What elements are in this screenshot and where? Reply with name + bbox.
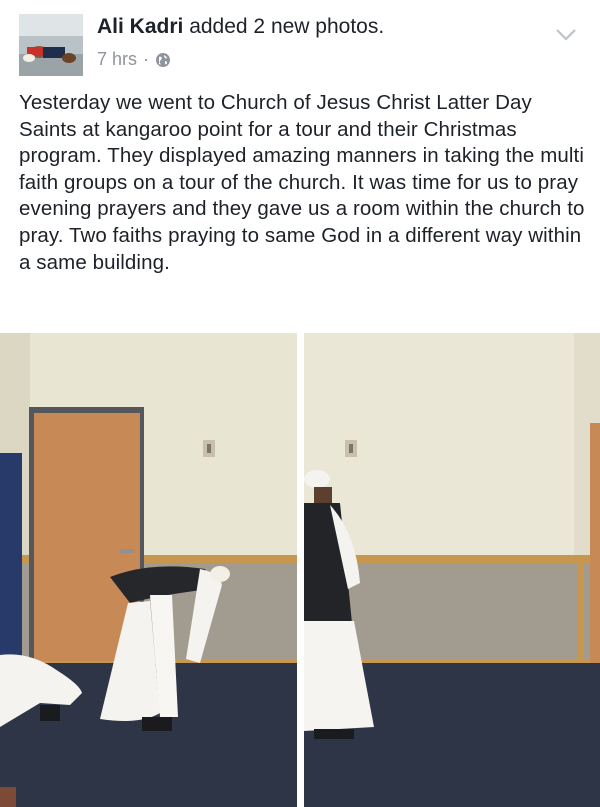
author-name[interactable]: Ali Kadri bbox=[97, 15, 183, 38]
author-avatar[interactable] bbox=[19, 14, 83, 76]
post-text: Yesterday we went to Church of Jesus Chr… bbox=[19, 91, 585, 274]
post-action: added 2 new photos. bbox=[189, 15, 385, 38]
meta-separator: · bbox=[143, 49, 150, 69]
globe-icon bbox=[155, 52, 171, 68]
post-photo-1[interactable] bbox=[0, 333, 297, 807]
post-header-line: Ali Kadri added 2 new photos. bbox=[97, 15, 384, 39]
chevron-down-icon[interactable] bbox=[553, 24, 579, 44]
post-photo-2[interactable] bbox=[304, 333, 600, 807]
post-timestamp[interactable]: 7 hrs bbox=[97, 49, 137, 70]
post-meta: 7 hrs · bbox=[97, 49, 171, 70]
